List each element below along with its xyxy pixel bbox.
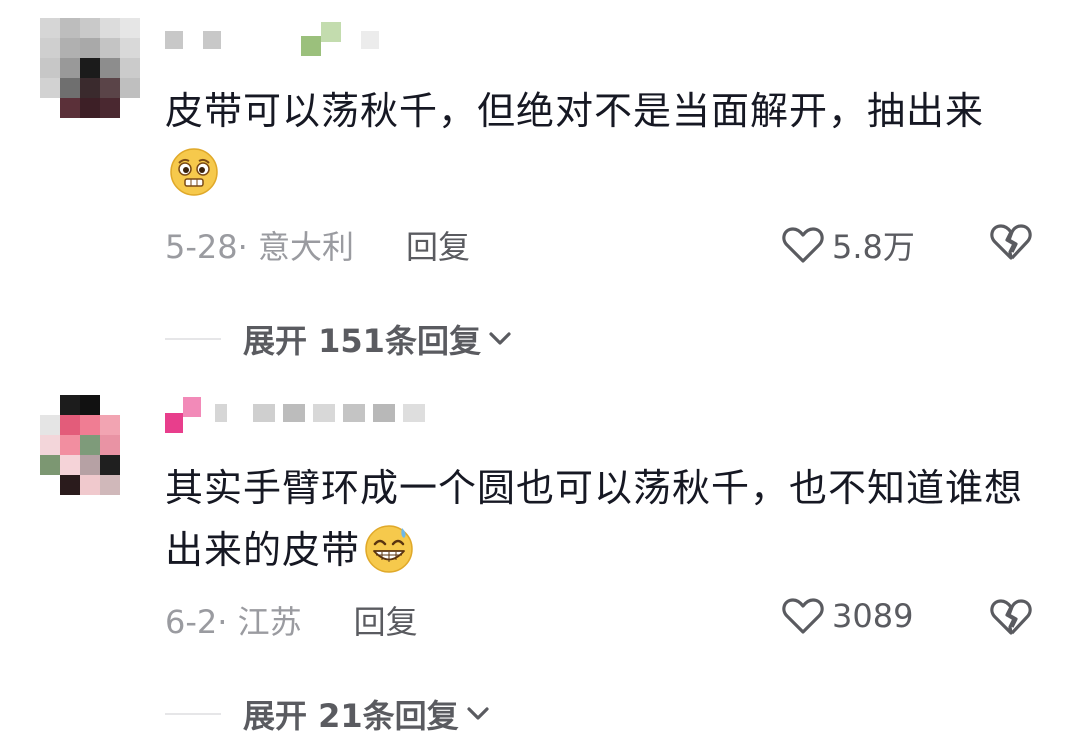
avatar[interactable] <box>40 18 140 118</box>
username-obscured[interactable] <box>165 22 379 56</box>
chevron-down-icon <box>489 332 511 345</box>
broken-heart-icon <box>990 599 1032 635</box>
broken-heart-icon <box>990 224 1032 260</box>
dislike-button[interactable] <box>990 597 1032 641</box>
comment-text-body: 皮带可以荡秋千，但绝对不是当面解开，抽出来 <box>165 89 985 133</box>
reply-button[interactable]: 回复 <box>354 597 418 643</box>
avatar[interactable] <box>40 395 140 495</box>
comment-text-body: 其实手臂环成一个圆也可以荡秋千，也不知道谁想出来的皮带 <box>165 466 1024 572</box>
heart-outline-icon <box>782 227 824 263</box>
date-location: 6-2· 江苏 <box>165 603 302 641</box>
divider-line <box>165 713 221 715</box>
like-button[interactable]: 5.8万 <box>782 222 915 268</box>
expand-replies[interactable]: 展开 21条回复 <box>165 691 493 737</box>
username-obscured[interactable] <box>165 397 425 433</box>
like-button[interactable]: 3089 <box>782 597 913 635</box>
like-count: 3089 <box>832 597 914 635</box>
expand-replies[interactable]: 展开 151条回复 <box>165 316 515 362</box>
dislike-button[interactable] <box>990 222 1032 266</box>
chevron-down-icon <box>467 707 489 720</box>
date-location: 5-28· 意大利 <box>165 228 354 266</box>
expand-replies-label: 展开 151条回复 <box>243 322 481 360</box>
heart-outline-icon <box>782 598 824 634</box>
reply-button[interactable]: 回复 <box>406 222 470 268</box>
comment-meta: 5-28· 意大利 回复 <box>165 222 470 268</box>
grinning-sweat-face-icon <box>365 524 413 573</box>
pleading-face-icon <box>170 147 218 196</box>
expand-replies-label: 展开 21条回复 <box>243 697 459 735</box>
divider-line <box>165 338 221 340</box>
like-count: 5.8万 <box>832 228 915 266</box>
comment-meta: 6-2· 江苏 回复 <box>165 597 418 643</box>
comment-text: 皮带可以荡秋千，但绝对不是当面解开，抽出来 <box>165 80 1025 204</box>
comment-text: 其实手臂环成一个圆也可以荡秋千，也不知道谁想出来的皮带 <box>165 457 1025 581</box>
